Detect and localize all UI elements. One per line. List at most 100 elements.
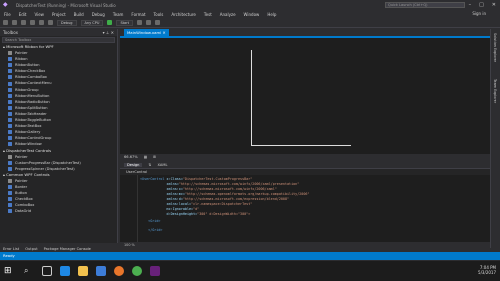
menu-analyze[interactable]: Analyze: [220, 12, 236, 17]
pointer-icon: [8, 154, 12, 159]
tab-team-explorer[interactable]: Team Explorer: [493, 79, 497, 103]
restart-icon[interactable]: [155, 20, 160, 25]
firefox-icon[interactable]: [114, 266, 124, 276]
menu-help[interactable]: Help: [267, 12, 276, 17]
pause-icon[interactable]: [137, 20, 142, 25]
toolbox-panel: Toolbox ▾ ⊥ ✕ Search Toolbox ▴ Microsoft…: [0, 29, 118, 243]
tab-package-manager-console[interactable]: Package Manager Console: [44, 247, 91, 251]
forward-icon[interactable]: [12, 20, 17, 25]
menu-view[interactable]: View: [34, 12, 44, 17]
code-attribute: xmlns:d=: [140, 197, 183, 201]
search-icon[interactable]: ⌕: [24, 266, 34, 276]
sign-in-link[interactable]: Sign in: [472, 11, 486, 16]
system-tray: 7:04 PM 5/3/2017: [478, 265, 496, 275]
control-icon: [8, 75, 12, 80]
tab-output[interactable]: Output: [25, 247, 37, 251]
visual-studio-window: ◆ DispatcherTest (Running) - Microsoft V…: [0, 0, 500, 281]
tab-xaml[interactable]: XAML: [157, 163, 167, 167]
minimize-icon[interactable]: –: [469, 2, 472, 8]
code-string: "http://schemas.microsoft.com/winfx/2006…: [178, 182, 300, 186]
open-file-icon[interactable]: [30, 20, 35, 25]
design-xaml-split-tabs: Design ⇅ XAML: [120, 161, 490, 168]
edge-browser-icon[interactable]: [60, 266, 70, 276]
close-tab-icon[interactable]: ✕: [162, 30, 165, 35]
toolbox-item[interactable]: DataGrid: [0, 208, 117, 214]
task-view-icon[interactable]: [42, 266, 52, 276]
control-icon: [8, 203, 12, 208]
quick-launch-input[interactable]: Quick Launch (Ctrl+Q): [385, 2, 465, 8]
new-project-icon[interactable]: [21, 20, 26, 25]
status-bar: Ready: [0, 252, 500, 260]
swap-icon[interactable]: ⇅: [148, 163, 151, 167]
windows-start-icon[interactable]: ⊞: [4, 266, 14, 276]
configuration-select[interactable]: Debug: [57, 19, 77, 26]
menu-team[interactable]: Team: [113, 12, 124, 17]
control-icon: [8, 111, 12, 116]
control-icon: [8, 57, 12, 62]
code-attribute: xmlns=: [140, 182, 179, 186]
control-icon: [8, 63, 12, 68]
editor-margin: [120, 175, 138, 242]
toolbox-title: Toolbox: [3, 30, 18, 35]
pin-icon[interactable]: ▾ ⊥ ✕: [103, 29, 114, 36]
pointer-icon: [8, 178, 12, 183]
maximize-icon[interactable]: □: [479, 2, 484, 8]
platform-select[interactable]: Any CPU: [80, 19, 104, 26]
clock-date[interactable]: 5/3/2017: [478, 270, 496, 275]
control-icon: [8, 87, 12, 92]
bottom-tool-tabs: Error List Output Package Manager Consol…: [0, 245, 118, 252]
control-icon: [8, 93, 12, 98]
code-string: "http://schemas.microsoft.com/winfx/2006…: [182, 187, 277, 191]
code-line: <Grid>: [140, 219, 160, 223]
stop-icon[interactable]: [146, 20, 151, 25]
chrome-icon[interactable]: [132, 266, 142, 276]
xaml-zoom[interactable]: 100 %: [124, 243, 135, 247]
control-icon: [8, 105, 12, 110]
store-icon[interactable]: [96, 266, 106, 276]
back-icon[interactable]: [3, 20, 8, 25]
window-title: DispatcherTest (Running) - Microsoft Vis…: [16, 3, 116, 8]
zoom-level[interactable]: 66.67%: [124, 154, 138, 161]
tab-mainwindow-xaml[interactable]: MainWindow.xaml ✕: [124, 29, 169, 36]
tab-design[interactable]: Design: [124, 162, 143, 167]
start-button[interactable]: Start: [116, 19, 133, 26]
menu-test[interactable]: Test: [204, 12, 212, 17]
undo-icon[interactable]: [48, 20, 53, 25]
tab-solution-explorer[interactable]: Solution Explorer: [493, 33, 497, 62]
menu-tools[interactable]: Tools: [154, 12, 164, 17]
grid-icon[interactable]: ▦: [144, 154, 147, 161]
xaml-code-editor[interactable]: <UserControl x:Class="DispatcherTest.Cus…: [120, 175, 490, 242]
snap-icon[interactable]: ⊞: [153, 154, 156, 161]
control-icon: [8, 130, 12, 135]
design-surface[interactable]: [120, 36, 490, 154]
tab-error-list[interactable]: Error List: [3, 247, 19, 251]
menu-debug[interactable]: Debug: [92, 12, 105, 17]
menu-build[interactable]: Build: [74, 12, 84, 17]
save-icon[interactable]: [39, 20, 44, 25]
menu-edit[interactable]: Edit: [19, 12, 27, 17]
xaml-breadcrumb[interactable]: UserControl: [126, 170, 147, 174]
file-explorer-icon[interactable]: [78, 266, 88, 276]
menu-file[interactable]: File: [4, 12, 11, 17]
user-control-canvas[interactable]: [251, 50, 351, 146]
control-icon: [8, 118, 12, 123]
menu-project[interactable]: Project: [52, 12, 66, 17]
group-label: Microsoft Ribbon for WPF: [6, 44, 54, 49]
menu-bar: File Edit View Project Build Debug Team …: [0, 10, 500, 18]
control-icon: [8, 142, 12, 147]
control-icon: [8, 184, 12, 189]
code-line: xmlns:local="clr-namespace:DispatcherTes…: [140, 202, 253, 206]
start-icon[interactable]: [107, 20, 113, 25]
xaml-breadcrumb-bar: UserControl: [120, 168, 490, 175]
menu-architecture[interactable]: Architecture: [171, 12, 196, 17]
menu-format[interactable]: Format: [131, 12, 145, 17]
group-label: DispatcherTest Controls: [6, 147, 52, 153]
visual-studio-taskbar-icon[interactable]: [150, 266, 160, 276]
tab-label: MainWindow.xaml: [127, 30, 162, 35]
toolbox-search-input[interactable]: Search Toolbox: [2, 37, 115, 43]
menu-window[interactable]: Window: [244, 12, 260, 17]
close-icon[interactable]: ✕: [492, 2, 496, 8]
title-bar: ◆ DispatcherTest (Running) - Microsoft V…: [0, 0, 500, 10]
visual-studio-logo-icon: ◆: [3, 1, 8, 8]
control-icon: [8, 160, 12, 165]
